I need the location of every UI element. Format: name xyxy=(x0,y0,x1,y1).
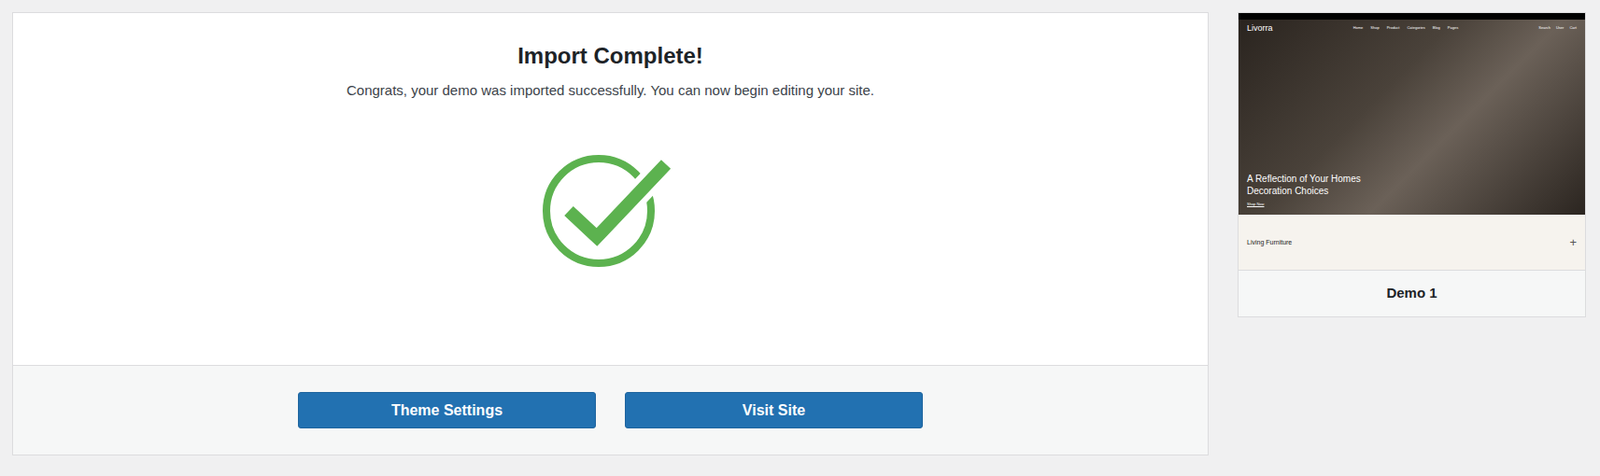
preview-header: Livorra Home Shop Product Categories Blog Page… xyxy=(1246,22,1577,34)
page: Import Complete! Congrats, your demo was … xyxy=(0,0,1600,476)
preview-section-icon: + xyxy=(1569,236,1577,250)
success-check-icon xyxy=(540,145,681,277)
preview-hero-title: A Reflection of Your Homes Decoration Ch… xyxy=(1246,172,1378,198)
action-button[interactable]: Visit Site xyxy=(624,392,923,429)
preview-hero-button: Shop Now xyxy=(1246,201,1577,208)
demo-name: Demo 1 xyxy=(1386,283,1437,305)
preview-hero-text: A Reflection of Your Homes Decoration Ch… xyxy=(1246,172,1577,208)
preview-action: User xyxy=(1556,25,1564,31)
demo-card[interactable]: Livorra Home Shop Product Categories Blog Page… xyxy=(1237,12,1586,318)
preview-actions: Search User Cart xyxy=(1538,25,1577,31)
preview-nav-item: Home xyxy=(1353,25,1364,31)
import-body: Import Complete! Congrats, your demo was … xyxy=(13,13,1208,366)
preview-topbar xyxy=(1238,13,1586,20)
preview-nav: Home Shop Product Categories Blog Pages xyxy=(1353,25,1459,31)
demo-preview: Livorra Home Shop Product Categories Blog Page… xyxy=(1238,13,1586,270)
preview-section-title: Living Furniture xyxy=(1246,238,1292,248)
preview-nav-item: Categories xyxy=(1406,25,1425,31)
preview-section: Living Furniture + xyxy=(1238,214,1586,270)
action-button[interactable]: Theme Settings xyxy=(297,392,596,429)
preview-nav-item: Shop xyxy=(1370,25,1379,31)
preview-logo: Livorra xyxy=(1246,22,1274,34)
preview-hero: Livorra Home Shop Product Categories Blog Page… xyxy=(1238,19,1586,215)
preview-nav-item: Product xyxy=(1387,25,1401,31)
import-message: Congrats, your demo was imported success… xyxy=(346,80,875,101)
demo-name-bar: Demo 1 xyxy=(1238,269,1586,317)
import-panel: Import Complete! Congrats, your demo was … xyxy=(12,12,1209,456)
preview-nav-item: Pages xyxy=(1447,25,1459,31)
preview-action: Search xyxy=(1538,25,1551,31)
import-footer: Theme Settings Visit Site xyxy=(13,365,1208,455)
preview-nav-item: Blog xyxy=(1432,25,1441,31)
import-title: Import Complete! xyxy=(517,41,704,71)
preview-action: Cart xyxy=(1569,25,1577,31)
